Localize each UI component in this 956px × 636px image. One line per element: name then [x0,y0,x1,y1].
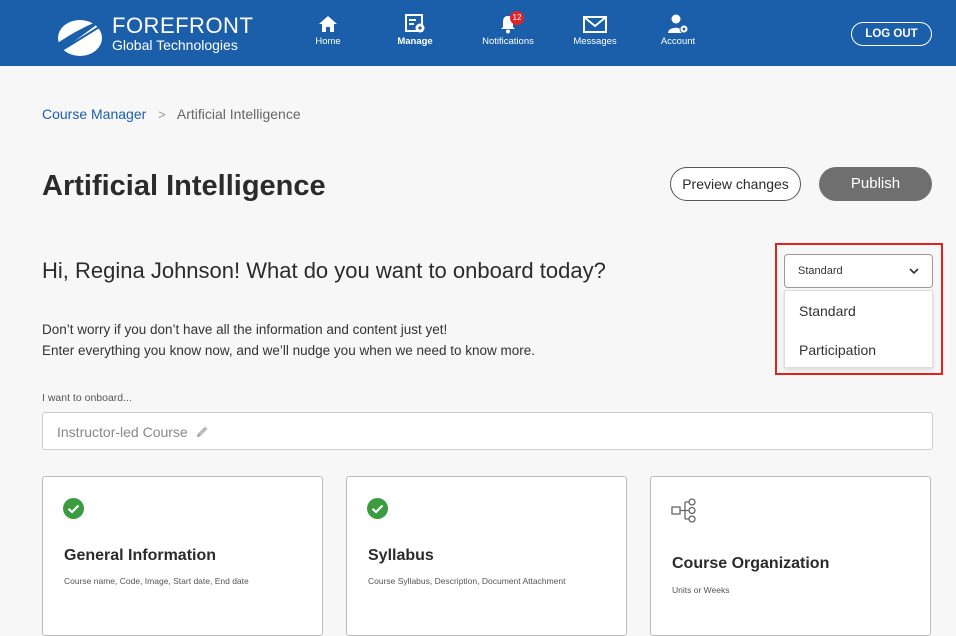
card-title: General Information [64,547,217,564]
nav-notifications[interactable]: 12 Notifications [477,11,539,54]
manage-icon [405,14,425,33]
nav-home-label: Home [315,36,341,47]
breadcrumb-separator: > [158,107,166,122]
course-type-select[interactable]: Standard [784,254,933,288]
option-participation[interactable]: Participation [799,342,876,358]
envelope-icon [583,16,607,33]
card-title: Course Organization [672,555,830,572]
onboard-field-label: I want to onboard... [42,392,132,404]
breadcrumb-course-manager-link[interactable]: Course Manager [42,106,146,122]
breadcrumb-current: Artificial Intelligence [176,106,301,122]
brand-tagline: Global Technologies [112,37,238,53]
logout-button[interactable]: LOG OUT [851,22,932,46]
nav-messages-label: Messages [573,36,617,47]
brand-logo[interactable]: FOREFRONT Global Technologies [54,8,254,60]
course-type-selected-value: Standard [798,265,843,277]
preview-changes-button[interactable]: Preview changes [670,167,801,201]
card-syllabus[interactable]: Syllabus Course Syllabus, Description, D… [346,476,627,636]
nav-messages[interactable]: Messages [570,14,620,54]
card-general-information[interactable]: General Information Course name, Code, I… [42,476,323,636]
chevron-down-icon [909,268,919,275]
check-circle-icon [367,498,388,519]
option-standard[interactable]: Standard [799,303,856,319]
breadcrumb: Course Manager > Artificial Intelligence [42,106,301,122]
nav-manage[interactable]: Manage [390,14,440,54]
globe-logo-icon [56,18,106,56]
intro-text-line-2: Enter everything you know now, and we’ll… [42,343,536,358]
nav-home[interactable]: Home [308,14,348,54]
nav-manage-label: Manage [397,36,433,47]
home-icon [319,16,337,32]
page-title: Artificial Intelligence [42,170,326,202]
pencil-icon[interactable] [195,425,209,439]
intro-text-line-1: Don’t worry if you don’t have all the in… [42,322,448,337]
card-course-organization[interactable]: Course Organization Units or Weeks [650,476,931,636]
nav-account-label: Account [660,36,696,47]
course-type-options-menu: Standard Participation [784,290,933,368]
card-subtitle: Course Syllabus, Description, Document A… [368,576,566,586]
card-subtitle: Units or Weeks [672,585,730,595]
notification-count-badge: 12 [510,11,524,25]
greeting-heading: Hi, Regina Johnson! What do you want to … [42,258,606,283]
nav-notifications-label: Notifications [482,36,534,47]
top-navigation-bar: FOREFRONT Global Technologies Home Manag… [0,0,956,66]
brand-name: FOREFRONT [112,13,254,38]
onboard-type-input[interactable]: Instructor-led Course [42,412,933,450]
card-title: Syllabus [368,547,434,564]
nav-account[interactable]: Account [656,14,700,54]
card-subtitle: Course name, Code, Image, Start date, En… [64,576,249,586]
hierarchy-icon [671,498,696,523]
publish-button[interactable]: Publish [819,167,932,201]
check-circle-icon [63,498,84,519]
account-icon [668,14,689,34]
onboard-type-value: Instructor-led Course [57,424,188,440]
